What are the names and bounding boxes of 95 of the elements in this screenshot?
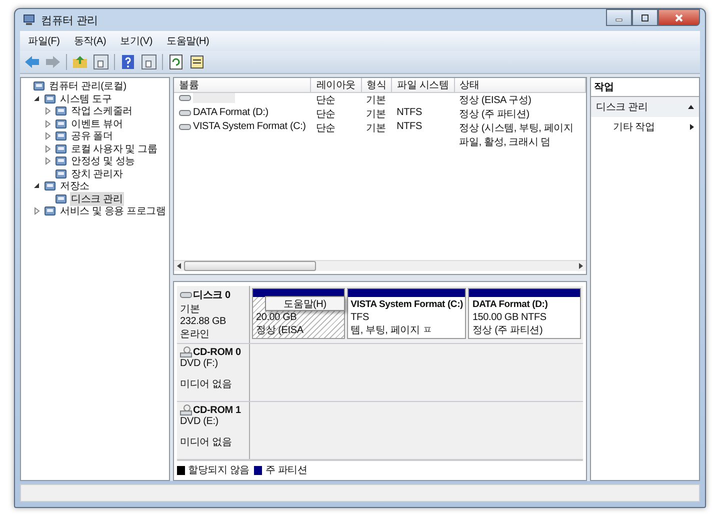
folder-up-icon[interactable] — [72, 54, 88, 70]
partition-title: VISTA System Format (C:) — [350, 298, 462, 312]
disk-info-panel[interactable]: CD-ROM 1 DVD (E:) 미디어 없음 — [177, 402, 250, 459]
table-cell: 기본 — [366, 95, 386, 106]
close-icon — [674, 14, 684, 22]
expand-arrow-icon[interactable] — [44, 144, 52, 153]
table-cell: 단순 — [316, 95, 336, 106]
disk-drive-icon — [180, 291, 192, 299]
close-button[interactable] — [658, 9, 700, 26]
window-title: 컴퓨터 관리 — [41, 14, 98, 28]
menu-item[interactable]: 보기(V) — [120, 34, 152, 48]
disk-detail: 온라인 — [180, 328, 210, 341]
table-cell: 단순 — [316, 109, 336, 120]
submenu-arrow-icon — [690, 124, 694, 130]
disk-info-panel[interactable]: 디스크 0 기본 232.88 GB 온라인 — [177, 286, 250, 343]
drive-icon — [179, 122, 191, 130]
menu-item[interactable]: 도움말(H) — [166, 34, 210, 48]
column-header[interactable]: 레이아웃 — [310, 78, 362, 92]
refresh-icon[interactable] — [168, 54, 184, 70]
scroll-left-icon[interactable] — [176, 262, 182, 270]
table-cell: 단순 — [316, 123, 336, 134]
tree-item[interactable]: 디스크 관리 — [70, 192, 124, 206]
drive-icon — [179, 108, 191, 116]
column-header[interactable]: 볼륨 — [174, 78, 311, 92]
scroll-right-icon[interactable] — [578, 262, 584, 270]
expand-arrow-icon[interactable] — [44, 157, 52, 166]
optical-drive-icon — [180, 346, 192, 358]
tree-item[interactable]: 서비스 및 응용 프로그램 — [59, 204, 167, 218]
collapse-arrow-icon[interactable] — [688, 105, 694, 109]
expand-arrow-icon[interactable] — [44, 107, 52, 116]
optical-drive-icon — [180, 404, 192, 416]
menu-item[interactable]: 동작(A) — [74, 34, 106, 48]
legend-label: 할당되지 않음 — [188, 464, 250, 477]
tree-item[interactable]: 장치 관리자 — [70, 166, 124, 181]
disk-name: CD-ROM 1 — [193, 404, 241, 416]
disk-detail: DVD (E:) — [180, 416, 220, 427]
expand-arrow-icon[interactable] — [33, 207, 41, 216]
maximize-icon — [640, 14, 650, 22]
partition-block[interactable]: VISTA System Format (C:) TFS 템, 부팅, 페이지 ㅍ — [346, 288, 466, 339]
disk-name: 디스크 0 — [193, 289, 230, 302]
back-arrow-icon[interactable] — [24, 55, 40, 69]
table-cell: DATA Format (D:) — [193, 107, 268, 118]
computer-icon — [22, 13, 36, 27]
horizontal-scrollbar[interactable] — [174, 260, 586, 271]
expand-arrow-icon[interactable] — [44, 132, 52, 140]
drive-icon — [179, 94, 191, 102]
column-header[interactable]: 파일 시스템 — [392, 78, 454, 92]
help-icon[interactable] — [120, 54, 136, 70]
table-cell: 기본 — [366, 109, 386, 120]
pane-icon[interactable] — [93, 54, 109, 70]
partition-detail: TFS — [350, 312, 370, 323]
disk-detail: 기본 — [180, 303, 201, 316]
blurred-cell — [193, 93, 235, 103]
minimize-button[interactable] — [606, 9, 632, 26]
partition-detail: 템, 부팅, 페이지 ㅍ — [350, 324, 434, 337]
partition-title: DATA Format (D:) — [472, 298, 549, 312]
column-header[interactable]: 형식 — [361, 78, 392, 92]
expand-arrow-icon[interactable] — [44, 120, 52, 128]
table-cell: NTFS — [396, 121, 422, 132]
disk-detail: 미디어 없음 — [180, 436, 233, 449]
actions-section[interactable]: 디스크 관리 — [591, 97, 699, 117]
disk-detail: DVD (F:) — [180, 358, 219, 369]
tree-item[interactable]: 저장소 — [59, 179, 90, 194]
partition-detail: 정상 (EISA — [256, 324, 304, 337]
column-header[interactable]: 상태 — [454, 78, 586, 92]
table-cell: 정상 (EISA 구성) — [459, 95, 532, 106]
table-cell: 기본 — [366, 123, 386, 134]
collapse-arrow-icon[interactable] — [33, 94, 41, 103]
partition-detail: 정상 (주 파티션) — [472, 324, 544, 337]
disk-detail: 232.88 GB — [180, 316, 228, 327]
legend-label: 주 파티션 — [265, 464, 308, 477]
partition-detail: 150.00 GB NTFS — [472, 312, 548, 323]
pane-icon[interactable] — [141, 54, 157, 70]
tree-item[interactable]: 이벤트 뷰어 — [70, 116, 124, 131]
maximize-button[interactable] — [632, 9, 658, 26]
table-cell: 정상 (주 파티션) — [459, 109, 530, 120]
tree-item[interactable]: 로컬 사용자 및 그룹 — [70, 142, 158, 156]
table-cell: NTFS — [396, 107, 422, 118]
tree-item[interactable]: 작업 스케줄러 — [70, 104, 134, 118]
disk-detail: 미디어 없음 — [180, 378, 233, 391]
action-item[interactable]: 기타 작업 — [591, 117, 699, 137]
table-cell: 정상 (시스템, 부팅, 페이지 파일, 활성, 크래시 덤 — [459, 123, 574, 148]
tree-item[interactable]: 안정성 및 성능 — [70, 154, 136, 168]
export-list-icon[interactable] — [189, 54, 205, 70]
disk-info-panel[interactable]: CD-ROM 0 DVD (F:) 미디어 없음 — [177, 344, 250, 401]
menu-item[interactable]: 파일(F) — [28, 34, 60, 48]
tree-item[interactable]: 시스템 도구 — [59, 92, 113, 106]
collapse-arrow-icon[interactable] — [33, 182, 41, 190]
tree-item[interactable]: 컴퓨터 관리(로컬) — [48, 79, 128, 94]
tree-item[interactable]: 공유 폴더 — [70, 129, 114, 144]
disk-name: CD-ROM 0 — [193, 346, 241, 358]
partition-block[interactable]: DATA Format (D:) 150.00 GB NTFS 정상 (주 파티션) — [468, 288, 581, 339]
partition-detail: 20.00 GB — [256, 312, 298, 323]
table-cell: VISTA System Format (C:) — [193, 121, 306, 132]
menu-item[interactable]: 도움말(H) — [284, 296, 326, 310]
